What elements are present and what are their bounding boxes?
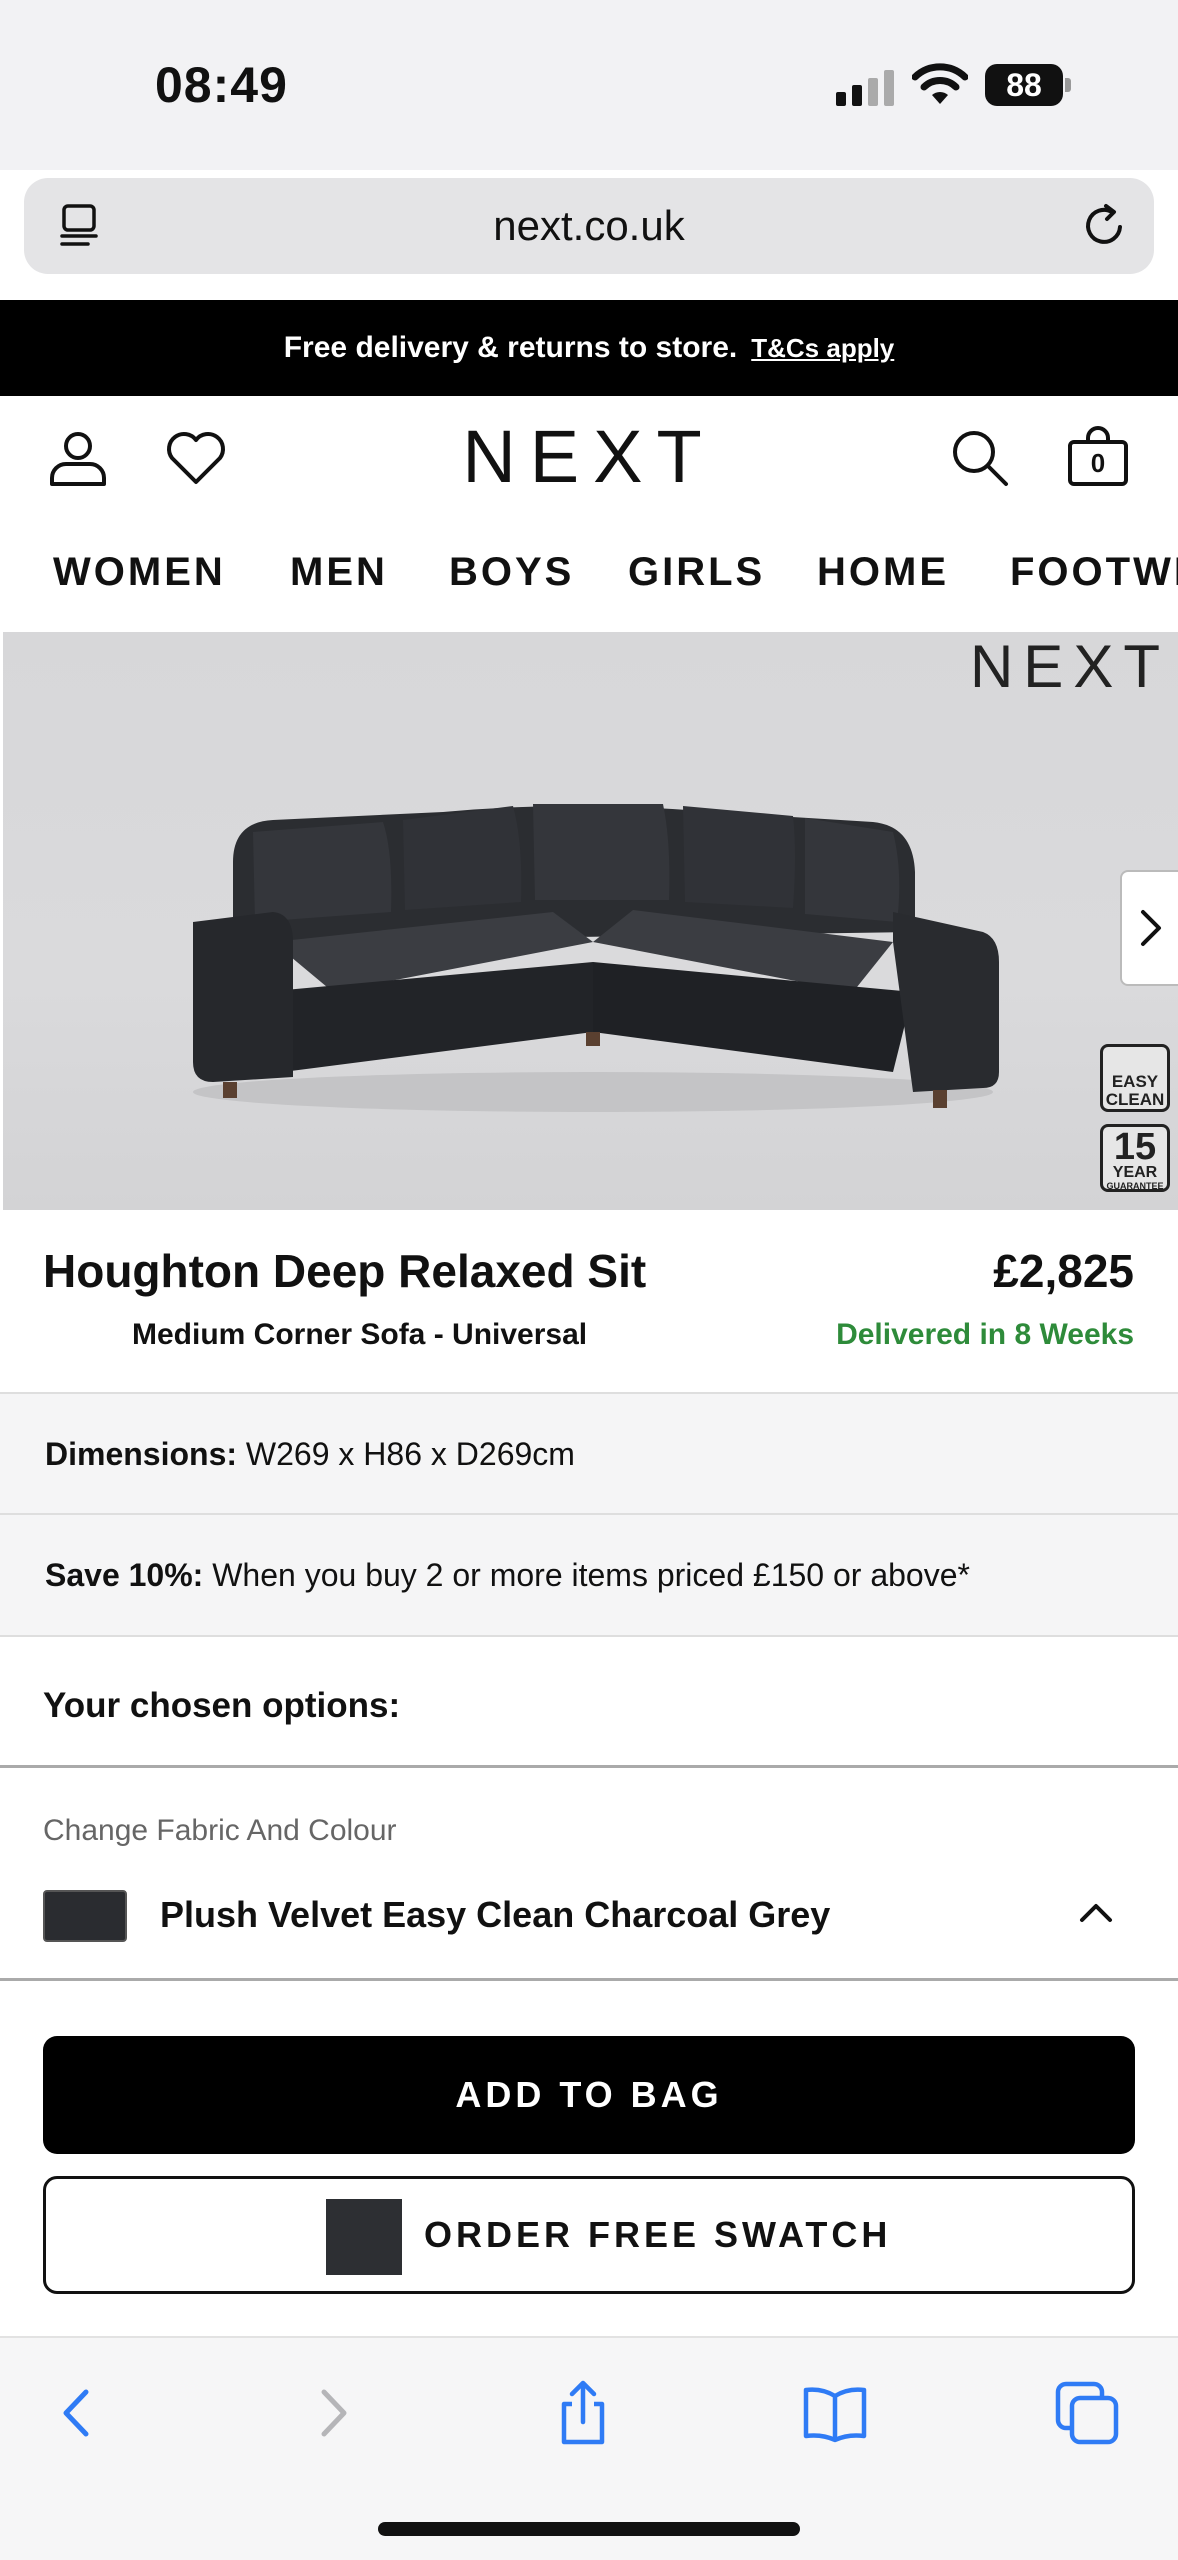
terms-link[interactable]: T&Cs apply	[751, 333, 894, 364]
offer-label: Save 10%:	[45, 1557, 204, 1593]
url-text[interactable]: next.co.uk	[24, 178, 1154, 274]
guarantee-label: GUARANTEE	[1106, 1181, 1164, 1191]
wifi-icon	[912, 63, 968, 104]
delivery-estimate: Delivered in 8 Weeks	[836, 1318, 1134, 1351]
chevron-right-icon	[1141, 910, 1161, 946]
forward-icon[interactable]	[298, 2378, 368, 2448]
category-nav: WOMEN MEN BOYS GIRLS HOME FOOTWEAR	[0, 536, 1178, 608]
shopping-bag-icon[interactable]: 0	[1066, 426, 1130, 490]
share-icon[interactable]	[548, 2378, 618, 2448]
tabs-icon[interactable]	[1052, 2378, 1122, 2448]
site-header: NEXT 0	[0, 396, 1178, 514]
reload-icon[interactable]	[1078, 200, 1130, 252]
status-bar: 08:49 88	[0, 0, 1178, 170]
offer-text: When you buy 2 or more items priced £150…	[203, 1557, 970, 1593]
chevron-up-icon[interactable]	[1076, 1892, 1116, 1932]
guarantee-year-label: YEAR	[1112, 1164, 1158, 1181]
bookmarks-icon[interactable]	[800, 2378, 870, 2448]
chosen-options-heading: Your chosen options:	[43, 1686, 401, 1725]
clock: 08:49	[155, 57, 288, 113]
product-title: Houghton Deep Relaxed Sit	[43, 1245, 647, 1297]
easy-clean-label: EASY CLEAN	[1105, 1072, 1165, 1109]
address-bar[interactable]: next.co.uk	[24, 178, 1154, 274]
corner-sofa-image	[193, 804, 999, 1112]
nav-footwear[interactable]: FOOTWEAR	[1010, 550, 1178, 595]
guarantee-years: 15	[1113, 1126, 1157, 1168]
bag-count: 0	[1090, 448, 1106, 478]
nav-girls[interactable]: GIRLS	[628, 550, 765, 595]
easy-clean-badge: EASY CLEAN	[1100, 1044, 1170, 1112]
cellular-signal-icon	[836, 70, 894, 106]
swatch-thumbnail	[326, 2199, 402, 2275]
home-indicator	[378, 2522, 800, 2536]
nav-home[interactable]: HOME	[817, 550, 949, 595]
back-icon[interactable]	[42, 2378, 112, 2448]
dimensions-value: W269 x H86 x D269cm	[237, 1436, 575, 1472]
nav-boys[interactable]: BOYS	[449, 550, 574, 595]
battery-level: 88	[985, 64, 1063, 106]
dimensions-label: Dimensions:	[45, 1436, 238, 1472]
fabric-swatch	[43, 1890, 127, 1942]
promo-banner: Free delivery & returns to store. T&Cs a…	[0, 300, 1178, 396]
nav-women[interactable]: WOMEN	[53, 550, 226, 595]
search-icon[interactable]	[948, 426, 1012, 490]
image-brand-mark: NEXT	[969, 633, 1170, 700]
add-to-bag-button[interactable]: ADD TO BAG	[43, 2036, 1135, 2154]
divider	[0, 1978, 1178, 1981]
divider	[0, 1765, 1178, 1768]
product-price: £2,825	[993, 1245, 1134, 1297]
guarantee-badge: 15 YEAR GUARANTEE	[1100, 1124, 1170, 1192]
promo-text: Free delivery & returns to store.	[283, 331, 738, 364]
product-image-carousel[interactable]: NEXT EASY CLEAN 15 YEAR GUARANTEE	[3, 632, 1178, 1210]
product-subtitle: Medium Corner Sofa - Universal	[132, 1318, 588, 1351]
fabric-option-label: Change Fabric And Colour	[43, 1814, 397, 1847]
multibuy-offer-box: Save 10%: When you buy 2 or more items p…	[0, 1513, 1178, 1637]
battery-icon: 88	[985, 64, 1071, 106]
next-image-button[interactable]	[1120, 870, 1178, 986]
nav-men[interactable]: MEN	[290, 550, 388, 595]
order-swatch-label: ORDER FREE SWATCH	[424, 2214, 892, 2255]
dimensions-box: Dimensions: W269 x H86 x D269cm	[0, 1392, 1178, 1514]
fabric-selected-value[interactable]: Plush Velvet Easy Clean Charcoal Grey	[160, 1894, 830, 1936]
order-free-swatch-button[interactable]: ORDER FREE SWATCH	[43, 2176, 1135, 2294]
